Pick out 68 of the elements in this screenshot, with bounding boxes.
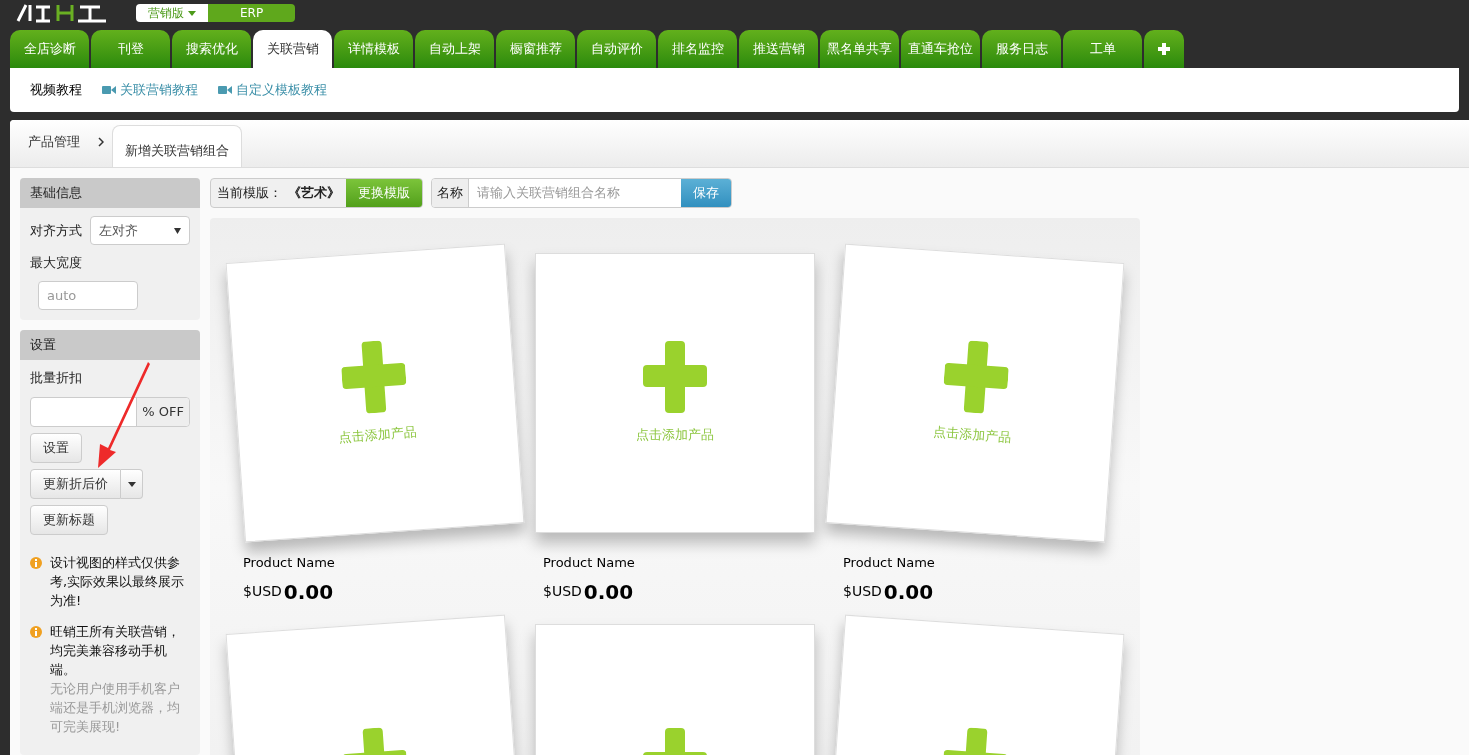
caret-icon	[188, 10, 196, 16]
currency-label: $USD	[543, 581, 582, 601]
add-tab-button[interactable]	[1144, 30, 1184, 68]
add-product-link[interactable]: 点击添加产品	[636, 425, 714, 445]
note-text: 设计视图的样式仅供参考,实际效果以最终展示为准!	[50, 554, 186, 610]
add-product-link[interactable]: 点击添加产品	[932, 422, 1012, 448]
video-camera-icon	[102, 85, 116, 95]
nav-tab[interactable]: 全店诊断	[10, 30, 89, 68]
nav-tab[interactable]: 推送营销	[739, 30, 818, 68]
nav-tab[interactable]: 橱窗推荐	[496, 30, 575, 68]
product-name: Product Name	[543, 554, 636, 572]
align-select[interactable]: 左对齐	[90, 216, 190, 245]
price-value: 0.00	[583, 581, 634, 602]
nav-tab[interactable]: 刊登	[91, 30, 170, 68]
caret-icon	[127, 481, 136, 487]
breadcrumb-tab[interactable]: 产品管理	[10, 125, 98, 167]
info-icon	[30, 557, 42, 569]
currency-label: $USD	[843, 581, 882, 601]
plus-icon	[941, 339, 1011, 416]
plus-icon	[1158, 43, 1170, 55]
nav-tab[interactable]: 黑名单共享	[820, 30, 899, 68]
product-card[interactable]: 点击添加产品	[825, 243, 1125, 543]
update-title-button[interactable]: 更新标题	[30, 505, 108, 535]
price-value: 0.00	[883, 581, 934, 602]
nav-tab[interactable]: 关联营销	[253, 30, 332, 68]
dropdown-toggle[interactable]	[121, 469, 143, 499]
product-card[interactable]: 点击添加产品	[535, 253, 815, 533]
tutorial-link[interactable]: 关联营销教程	[102, 80, 198, 100]
nav-tab[interactable]: 服务日志	[982, 30, 1061, 68]
product-name: Product Name	[243, 554, 336, 572]
note-detail: 无论用户使用手机客户端还是手机浏览器，均可完美展现!	[50, 680, 181, 736]
video-camera-icon	[218, 85, 232, 95]
panel-header: 设置	[20, 329, 200, 360]
nav-tab[interactable]: 搜索优化	[172, 30, 251, 68]
plus-icon	[643, 341, 707, 414]
field-label: 最大宽度	[30, 254, 83, 272]
product-card[interactable]: 点击添加产品	[225, 243, 525, 543]
chevron-right-icon	[98, 137, 104, 147]
edition-dropdown[interactable]: 营销版	[136, 4, 208, 22]
add-product-link[interactable]: 点击添加产品	[338, 422, 418, 448]
template-label: 当前模版：	[216, 184, 283, 203]
plus-icon	[339, 339, 409, 416]
nav-tab[interactable]: 详情模板	[334, 30, 413, 68]
tutorial-link[interactable]: 自定义模板教程	[218, 80, 327, 100]
field-label: 批量折扣	[30, 368, 82, 387]
max-width-field[interactable]: auto	[38, 280, 138, 310]
note-text: 旺销王所有关联营销，均完美兼容移动手机端。	[50, 623, 181, 679]
info-icon	[30, 626, 42, 638]
product-name: Product Name	[843, 554, 936, 572]
field-label: 对齐方式	[30, 221, 82, 240]
nav-tab[interactable]: 排名监控	[658, 30, 737, 68]
price-value: 0.00	[283, 581, 334, 602]
video-label: 视频教程	[30, 81, 82, 100]
set-button[interactable]: 设置	[30, 433, 82, 463]
nav-tab[interactable]: 自动评价	[577, 30, 656, 68]
currency-label: $USD	[243, 581, 282, 601]
change-template-button[interactable]: 更换模版	[346, 179, 422, 207]
percent-off-addon: % OFF	[136, 398, 189, 426]
breadcrumb-tab[interactable]: 新增关联营销组合	[112, 125, 242, 167]
panel-header: 基础信息	[20, 178, 200, 208]
update-price-button[interactable]: 更新折后价	[30, 469, 121, 499]
caret-icon	[174, 227, 181, 234]
discount-field[interactable]: % OFF	[30, 397, 190, 427]
nav-tab[interactable]: 直通车抢位	[901, 30, 980, 68]
erp-button[interactable]: ERP	[208, 4, 296, 22]
template-name: 《艺术》	[288, 184, 341, 203]
nav-tab[interactable]: 自动上架	[415, 30, 494, 68]
nav-tab[interactable]: 工单	[1063, 30, 1142, 68]
